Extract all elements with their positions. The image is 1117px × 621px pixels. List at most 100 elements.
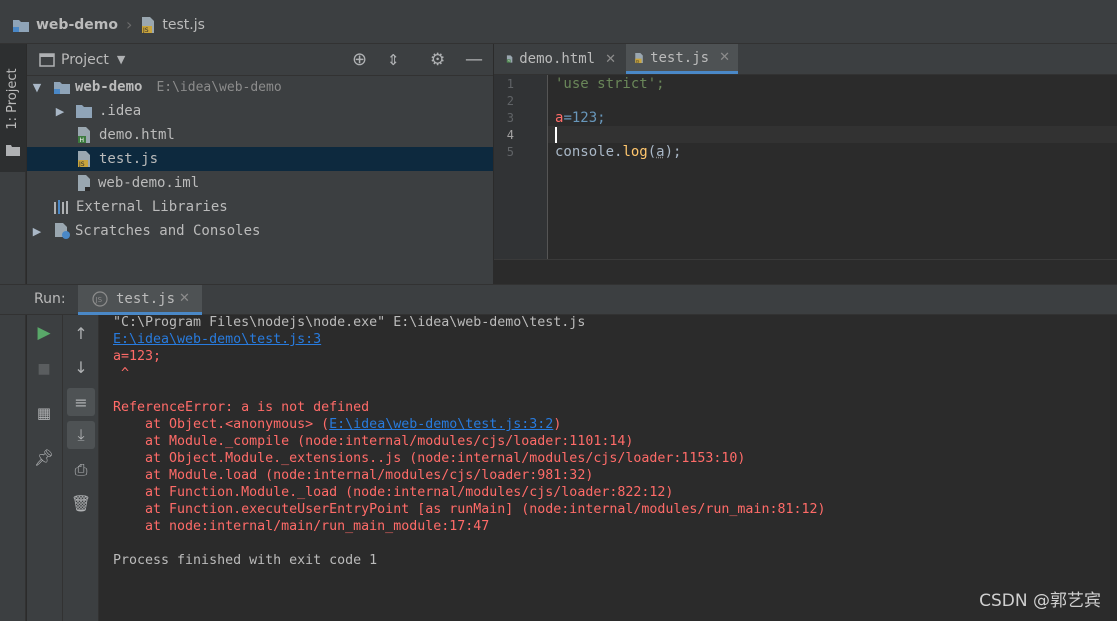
print-icon[interactable]: ⎙ bbox=[67, 456, 95, 484]
console-caret: ^ bbox=[113, 366, 130, 381]
stop-icon[interactable]: ■ bbox=[30, 355, 58, 383]
libraries-icon bbox=[54, 200, 68, 214]
run-tab-label: test.js bbox=[116, 290, 176, 307]
run-tab-test-js[interactable]: JS test.js ✕ bbox=[78, 285, 202, 315]
tree-item-label: Scratches and Consoles bbox=[75, 223, 261, 239]
console-location-link[interactable]: E:\idea\web-demo\test.js:3 bbox=[113, 331, 321, 348]
project-panel-title[interactable]: Project bbox=[61, 52, 109, 68]
console-stack-line: at Function.Module._load (node:internal/… bbox=[113, 485, 674, 500]
svg-text:JS: JS bbox=[78, 161, 85, 168]
code-assignment: =123; bbox=[563, 110, 606, 126]
tree-item-web-demo-iml[interactable]: web-demo.iml bbox=[27, 171, 493, 195]
code-line-1: 'use strict'; bbox=[555, 76, 665, 92]
module-folder-icon bbox=[13, 19, 29, 32]
close-icon[interactable]: ✕ bbox=[719, 50, 730, 65]
module-folder-icon bbox=[54, 82, 70, 94]
expanded-arrow-icon[interactable]: ▼ bbox=[31, 81, 43, 94]
code-paren: ( bbox=[647, 144, 657, 160]
tab-test-js[interactable]: JS test.js ✕ bbox=[626, 44, 738, 74]
tree-item-idea[interactable]: ▶ .idea bbox=[27, 99, 493, 123]
code-line-5: console.log(a); bbox=[555, 144, 681, 160]
scratches-icon bbox=[55, 223, 70, 239]
line-number-current: 4 bbox=[506, 128, 514, 142]
console-exit-message: Process finished with exit code 1 bbox=[113, 553, 378, 568]
tab-label: demo.html bbox=[519, 51, 596, 67]
svg-text:JS: JS bbox=[635, 59, 640, 63]
console-source-line: a=123; bbox=[113, 349, 162, 364]
js-file-icon: JS bbox=[635, 52, 643, 63]
arrow-up-icon[interactable]: ↑ bbox=[67, 319, 95, 347]
watermark: CSDN @郭艺宾 bbox=[979, 591, 1101, 611]
console-stack-line: at Object.<anonymous> (E:\idea\web-demo\… bbox=[113, 416, 561, 433]
folder-icon bbox=[6, 145, 20, 156]
stack-suffix: ) bbox=[553, 417, 562, 432]
stack-prefix: at Object.<anonymous> ( bbox=[113, 417, 330, 432]
code-paren: ); bbox=[664, 144, 682, 160]
tree-item-test-js[interactable]: JS test.js bbox=[27, 147, 493, 171]
code-editor[interactable] bbox=[548, 75, 1117, 259]
current-line-highlight bbox=[548, 126, 1117, 143]
project-view-icon bbox=[39, 52, 55, 67]
console-error-message: ReferenceError: a is not defined bbox=[113, 400, 370, 415]
code-function: log bbox=[622, 144, 648, 160]
run-toolbar-primary: ▶ ■ ▦ 📌︎ bbox=[27, 315, 63, 621]
breadcrumb-file-label: test.js bbox=[162, 16, 205, 33]
chevron-down-icon[interactable]: ▼ bbox=[117, 53, 125, 66]
scroll-to-end-icon[interactable]: ⤓ bbox=[67, 421, 95, 449]
breadcrumb-separator: › bbox=[125, 15, 133, 34]
collapse-all-icon[interactable]: ⇕ bbox=[387, 51, 400, 69]
console-stack-line: at Module.load (node:internal/modules/cj… bbox=[113, 468, 594, 483]
js-file-icon: JS bbox=[142, 16, 155, 34]
tree-item-external-libraries[interactable]: External Libraries bbox=[27, 195, 493, 219]
folder-icon bbox=[76, 105, 92, 118]
breadcrumb-project[interactable]: web-demo bbox=[12, 17, 118, 33]
html-file-icon: H bbox=[506, 55, 513, 63]
tree-item-label: External Libraries bbox=[76, 199, 228, 215]
tree-item-label: .idea bbox=[99, 103, 142, 119]
collapsed-arrow-icon[interactable]: ▶ bbox=[54, 105, 66, 118]
gear-icon[interactable]: ⚙ bbox=[430, 50, 445, 70]
run-label: Run: bbox=[34, 291, 66, 307]
tree-item-label: demo.html bbox=[99, 127, 175, 143]
svg-text:JS: JS bbox=[95, 296, 103, 304]
line-number: 1 bbox=[506, 77, 514, 91]
line-number: 2 bbox=[506, 94, 514, 108]
arrow-down-icon[interactable]: ↓ bbox=[67, 353, 95, 381]
close-icon[interactable]: ✕ bbox=[605, 52, 616, 67]
soft-wrap-icon[interactable]: ≡ bbox=[67, 388, 95, 416]
tree-item-label: test.js bbox=[99, 151, 159, 167]
line-number: 5 bbox=[506, 145, 514, 159]
tree-item-demo-html[interactable]: H demo.html bbox=[27, 123, 493, 147]
pin-icon[interactable]: 📌︎ bbox=[30, 443, 58, 471]
console-command: "C:\Program Files\nodejs\node.exe" E:\id… bbox=[113, 315, 586, 330]
tree-item-scratches[interactable]: ▶ Scratches and Consoles bbox=[27, 219, 493, 243]
tree-item-label: web-demo bbox=[75, 79, 143, 95]
console-stack-line: at Function.executeUserEntryPoint [as ru… bbox=[113, 502, 826, 517]
iml-file-icon bbox=[78, 175, 90, 191]
layout-icon[interactable]: ▦ bbox=[30, 399, 58, 427]
text-caret bbox=[555, 127, 557, 143]
console-stack-line: at Module._compile (node:internal/module… bbox=[113, 434, 634, 449]
run-panel-header: Run: JS test.js ✕ bbox=[0, 284, 1117, 315]
breadcrumb-project-label: web-demo bbox=[36, 16, 118, 33]
navigation-bar: web-demo › JS test.js bbox=[0, 6, 1117, 44]
close-icon[interactable]: ✕ bbox=[179, 291, 190, 306]
code-object: console. bbox=[555, 144, 623, 160]
tab-demo-html[interactable]: H demo.html ✕ bbox=[498, 44, 624, 74]
collapsed-arrow-icon[interactable]: ▶ bbox=[31, 225, 43, 238]
svg-text:JS: JS bbox=[142, 27, 149, 34]
html-file-icon: H bbox=[78, 127, 90, 144]
breadcrumb-file[interactable]: JS test.js bbox=[140, 16, 205, 34]
tree-item-path: E:\idea\web-demo bbox=[156, 79, 282, 95]
console-stack-line: at Object.Module._extensions..js (node:i… bbox=[113, 451, 746, 466]
run-icon[interactable]: ▶ bbox=[30, 319, 58, 347]
tree-item-label: web-demo.iml bbox=[98, 175, 200, 191]
locate-icon[interactable]: ⊕ bbox=[352, 49, 367, 70]
minimize-icon[interactable]: — bbox=[465, 49, 483, 70]
trash-icon[interactable]: 🗑︎ bbox=[67, 489, 95, 517]
tree-item-web-demo[interactable]: ▼ web-demo E:\idea\web-demo bbox=[27, 75, 493, 99]
js-file-icon: JS bbox=[78, 151, 90, 168]
editor-breadcrumb-area bbox=[494, 259, 1117, 285]
stack-source-link[interactable]: E:\idea\web-demo\test.js:3:2 bbox=[329, 417, 553, 432]
console-stack-line: at node:internal/main/run_main_module:17… bbox=[113, 519, 490, 534]
